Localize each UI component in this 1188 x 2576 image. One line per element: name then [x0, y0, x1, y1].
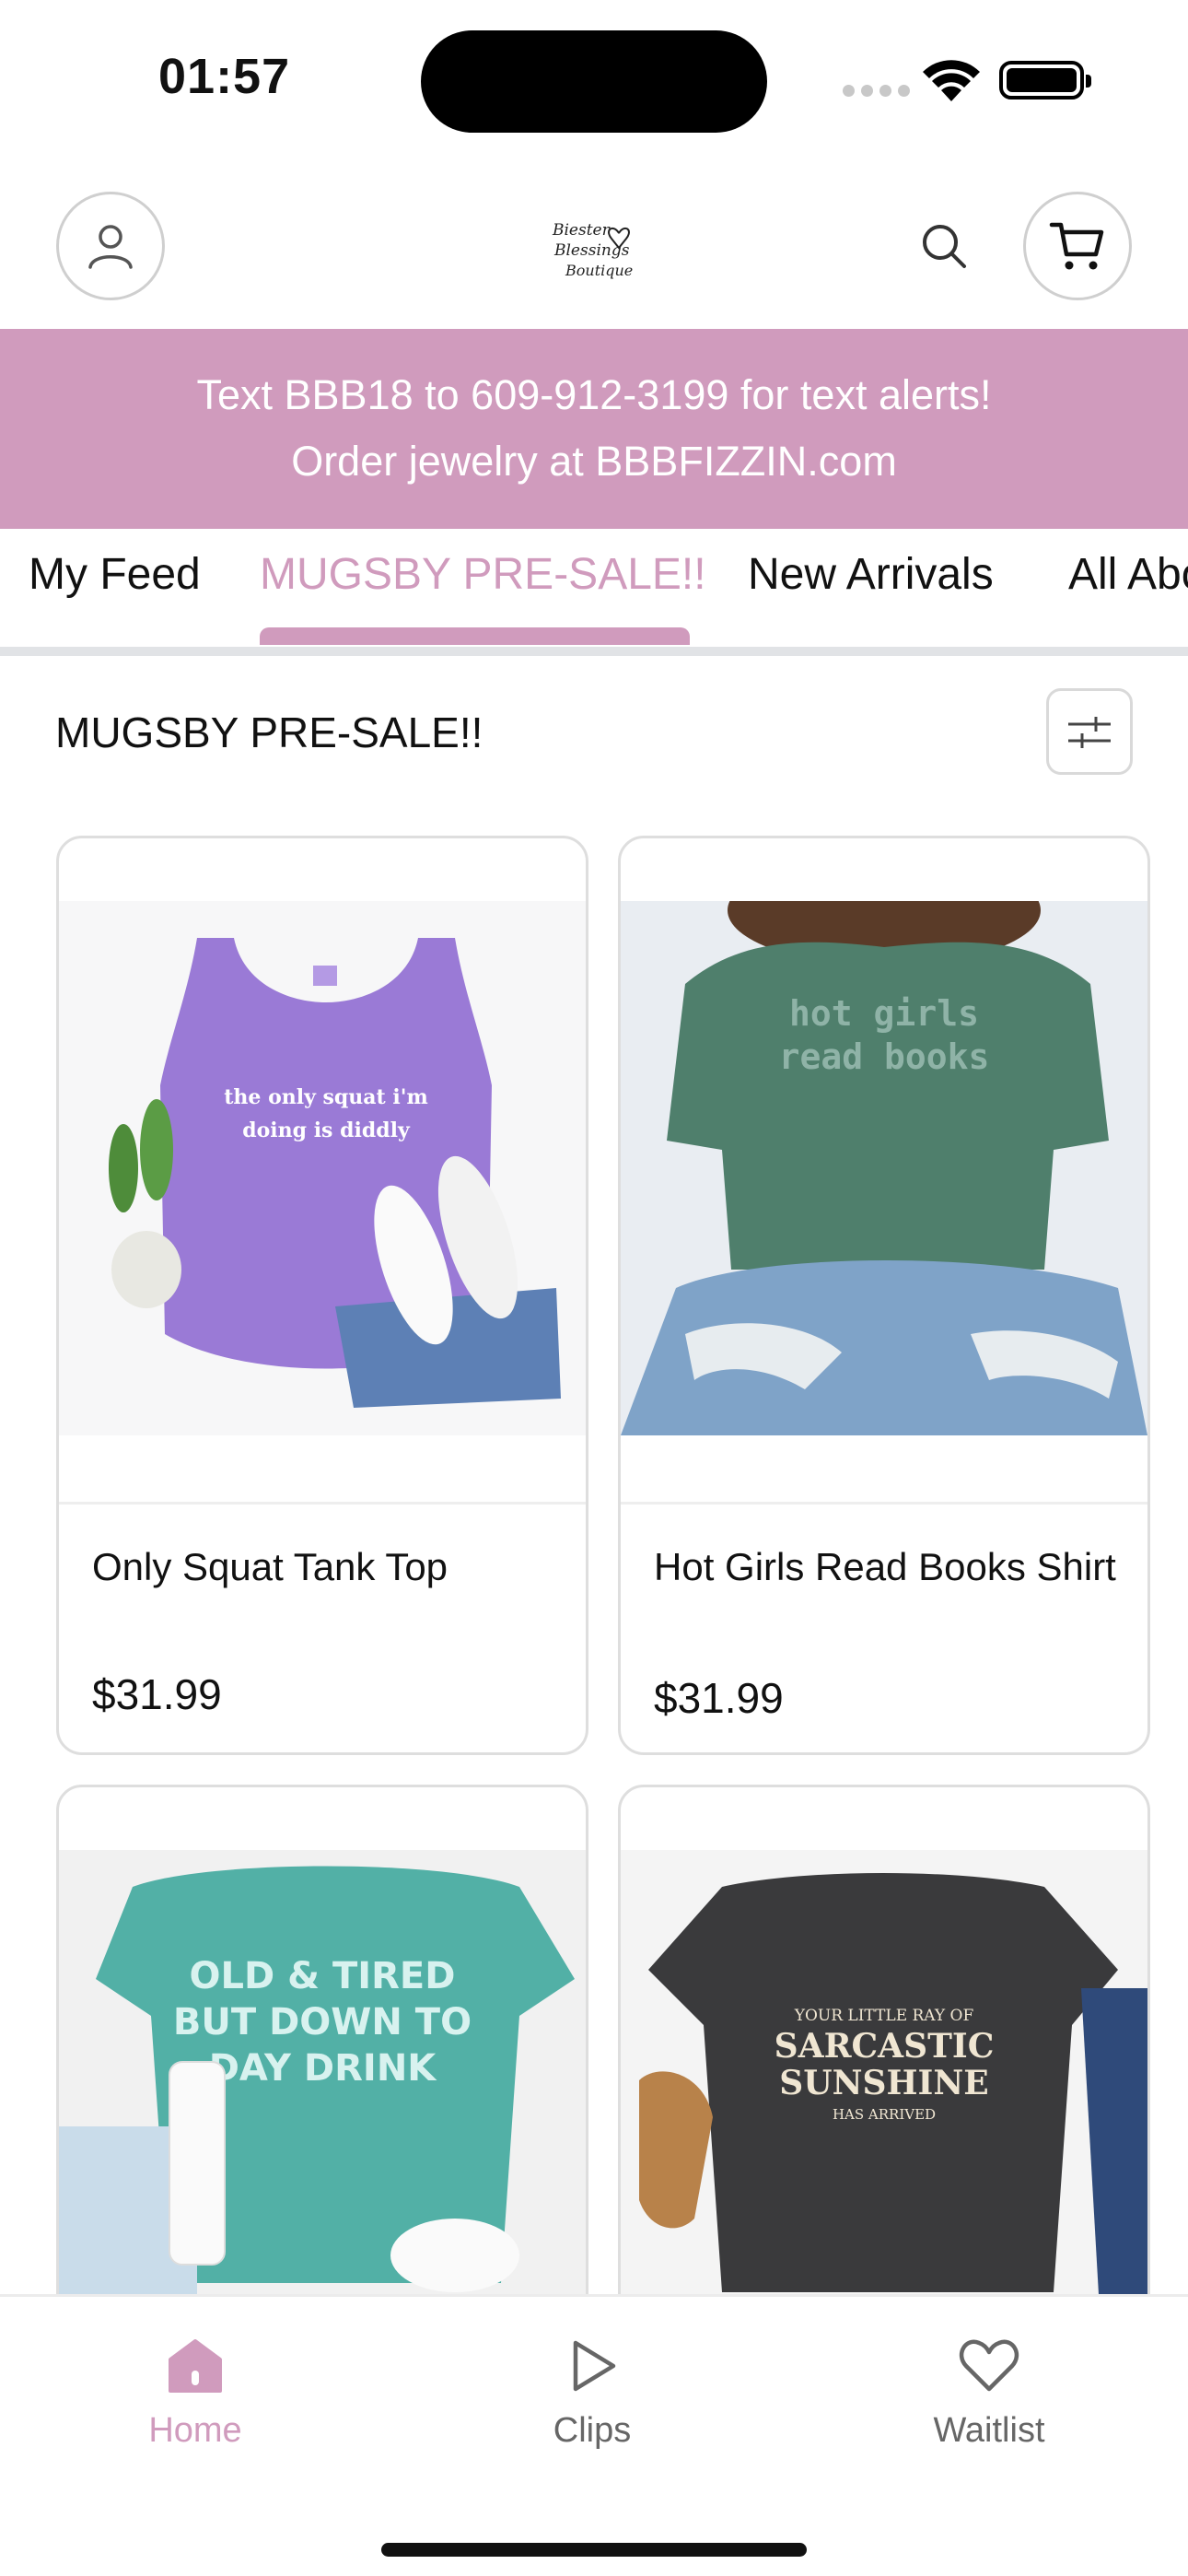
product-image: the only squat i'm doing is diddly [59, 901, 586, 1435]
product-image: hot girls read books [621, 901, 1147, 1435]
nav-clips-label: Clips [553, 2411, 632, 2450]
print-line-3: DAY DRINK [209, 2047, 438, 2090]
card-divider [621, 1502, 1147, 1505]
app-header: Biester Blessings Boutique [0, 189, 1188, 304]
wifi-icon [923, 60, 980, 101]
category-tabs: My Feed MUGSBY PRE-SALE!! New Arrivals A… [0, 529, 1188, 656]
print-line-2: SARCASTIC [775, 2027, 995, 2066]
home-icon [169, 2339, 222, 2393]
sliders-icon [1068, 717, 1111, 748]
bottom-navigation: Home Clips Waitlist [0, 2294, 1188, 2576]
dynamic-island [421, 30, 767, 133]
product-card[interactable]: the only squat i'm doing is diddly Only … [56, 836, 588, 1755]
print-line-2: read books [779, 1036, 990, 1077]
svg-text:Biester: Biester [552, 221, 611, 240]
section-title: MUGSBY PRE-SALE!! [55, 708, 483, 756]
print-line-1: hot girls [789, 993, 979, 1034]
print-line-1: OLD & TIRED [190, 1955, 456, 1997]
banner-line-2: Order jewelry at BBBFIZZIN.com [291, 438, 897, 485]
nav-waitlist-label: Waitlist [933, 2411, 1045, 2450]
active-tab-indicator [260, 627, 690, 645]
promo-banner: Text BBB18 to 609-912-3199 for text aler… [0, 329, 1188, 529]
home-indicator[interactable] [381, 2543, 807, 2557]
boutique-logo: Biester Blessings Boutique [552, 221, 633, 279]
product-image: OLD & TIRED BUT DOWN TO DAY DRINK [59, 1850, 586, 2353]
heart-icon [959, 2339, 1019, 2392]
nav-waitlist[interactable]: Waitlist [879, 2334, 1100, 2451]
print-line-4: HAS ARRIVED [833, 2106, 936, 2123]
profile-button[interactable] [56, 192, 165, 300]
battery-icon [999, 61, 1091, 100]
nav-clips[interactable]: Clips [482, 2334, 703, 2451]
card-divider [59, 1502, 586, 1505]
search-icon [923, 225, 966, 268]
product-image: YOUR LITTLE RAY OF SARCASTIC SUNSHINE HA… [621, 1850, 1147, 2353]
cart-button[interactable] [1023, 192, 1132, 300]
print-line-3: SUNSHINE [779, 2064, 989, 2102]
nav-home-label: Home [148, 2411, 242, 2450]
svg-text:Boutique: Boutique [565, 262, 633, 279]
print-line-1: YOUR LITTLE RAY OF [794, 2007, 974, 2025]
tab-my-feed[interactable]: My Feed [29, 549, 201, 600]
status-bar: 01:57 [0, 0, 1188, 157]
tab-new-arrivals[interactable]: New Arrivals [748, 549, 994, 600]
product-name: Only Squat Tank Top [92, 1545, 448, 1588]
cart-icon [1049, 222, 1104, 270]
product-price: $31.99 [92, 1670, 222, 1718]
nav-home[interactable]: Home [85, 2334, 306, 2451]
play-icon [573, 2340, 616, 2392]
print-line-1: the only squat i'm [224, 1085, 428, 1109]
filter-button[interactable] [1046, 688, 1133, 775]
product-card[interactable]: hot girls read books Hot Girls Read Book… [618, 836, 1150, 1755]
tab-all-about[interactable]: All Abo [1068, 549, 1188, 600]
product-price: $31.99 [654, 1674, 784, 1722]
svg-text:Blessings: Blessings [553, 241, 630, 260]
cellular-signal-icon [843, 85, 910, 97]
print-line-2: doing is diddly [242, 1118, 411, 1142]
user-icon [88, 225, 133, 269]
banner-line-1: Text BBB18 to 609-912-3199 for text aler… [196, 371, 992, 418]
status-time: 01:57 [158, 49, 291, 104]
search-button[interactable] [914, 217, 973, 275]
print-line-2: BUT DOWN TO [173, 2001, 472, 2043]
product-card[interactable]: YOUR LITTLE RAY OF SARCASTIC SUNSHINE HA… [618, 1785, 1150, 2356]
tab-mugsby-presale[interactable]: MUGSBY PRE-SALE!! [260, 549, 706, 600]
product-name: Hot Girls Read Books Shirt [654, 1545, 1116, 1588]
product-card[interactable]: OLD & TIRED BUT DOWN TO DAY DRINK [56, 1785, 588, 2356]
